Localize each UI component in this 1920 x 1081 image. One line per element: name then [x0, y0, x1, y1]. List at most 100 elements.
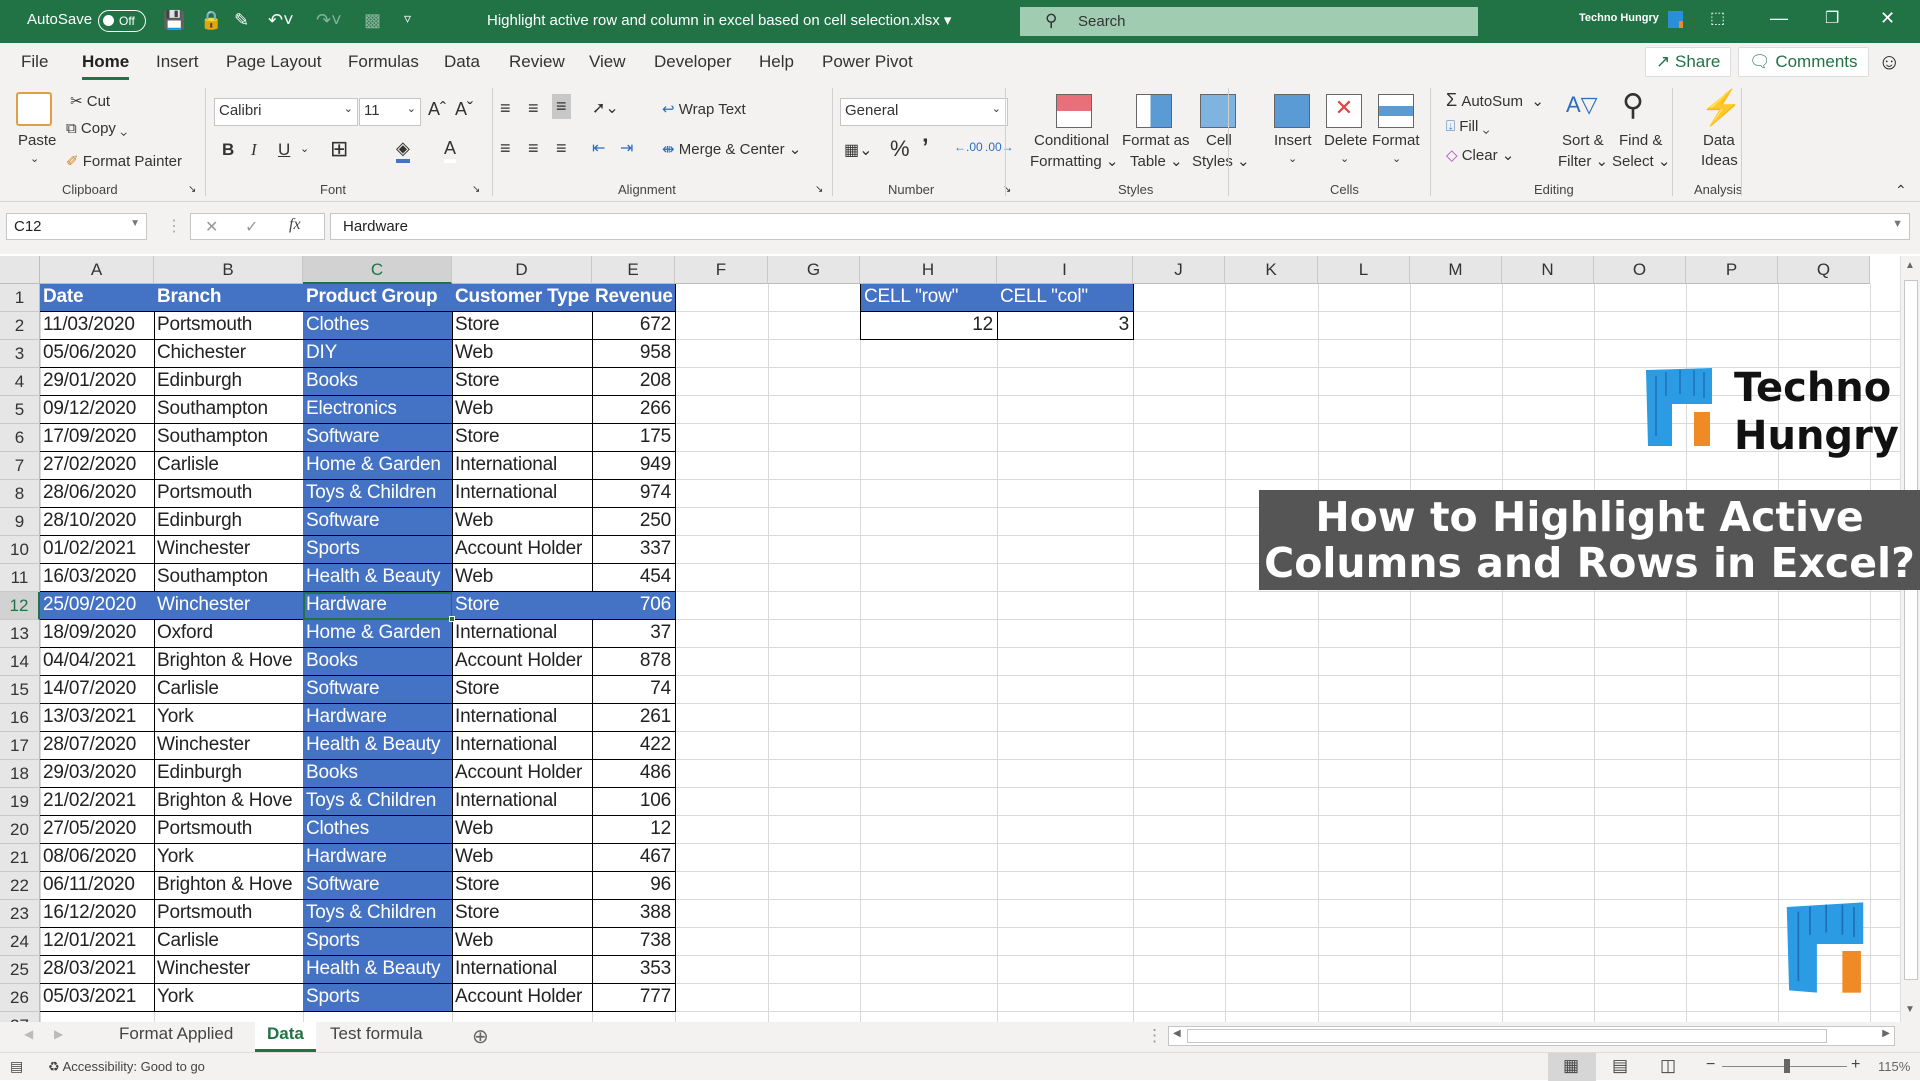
data-cell[interactable]: Hardware — [303, 844, 453, 872]
copy-button[interactable]: ⧉ Copy ⌄ — [66, 120, 127, 137]
data-cell[interactable]: Store — [452, 872, 593, 900]
row-header-14[interactable]: 14 — [0, 648, 40, 676]
format-painter-button[interactable]: ✐ Format Painter — [66, 152, 182, 170]
add-sheet-icon[interactable]: ⊕ — [472, 1024, 489, 1049]
column-header-n[interactable]: N — [1502, 256, 1594, 284]
column-header-i[interactable]: I — [997, 256, 1133, 284]
data-cell[interactable]: Toys & Children — [303, 788, 453, 816]
data-cell[interactable]: 467 — [592, 844, 676, 872]
column-header-g[interactable]: G — [768, 256, 860, 284]
row-header-21[interactable]: 21 — [0, 844, 40, 872]
column-header-b[interactable]: B — [154, 256, 303, 284]
data-cell[interactable]: Account Holder — [452, 536, 593, 564]
column-header-q[interactable]: Q — [1778, 256, 1870, 284]
sheet-tab-format-applied[interactable]: Format Applied — [107, 1022, 245, 1052]
tab-home[interactable]: Home — [82, 52, 130, 80]
fill-handle[interactable] — [449, 616, 455, 622]
data-cell[interactable]: Store — [452, 312, 593, 340]
data-cell[interactable]: Web — [452, 844, 593, 872]
align-top-icon[interactable]: ≡ — [500, 98, 511, 119]
cell-info-value[interactable]: 12 — [860, 312, 998, 340]
sheet-tab-test-formula[interactable]: Test formula — [318, 1022, 435, 1052]
data-cell[interactable]: International — [452, 704, 593, 732]
row-header-10[interactable]: 10 — [0, 536, 40, 564]
decrease-font-icon[interactable]: Aˇ — [455, 99, 473, 120]
number-format-select[interactable]: General ⌄ — [840, 98, 1008, 126]
row-header-25[interactable]: 25 — [0, 956, 40, 984]
data-cell[interactable]: Oxford — [154, 620, 304, 648]
data-cell[interactable]: Store — [452, 368, 593, 396]
tab-view[interactable]: View — [589, 52, 626, 72]
data-cell[interactable]: Winchester — [154, 956, 304, 984]
align-left-icon[interactable]: ≡ — [500, 138, 511, 159]
tab-review[interactable]: Review — [509, 52, 565, 72]
row-header-5[interactable]: 5 — [0, 396, 40, 424]
insert-function-icon[interactable]: fx — [289, 216, 301, 234]
data-cell[interactable]: Web — [452, 340, 593, 368]
data-cell[interactable]: 01/02/2021 — [40, 536, 155, 564]
data-cell[interactable]: Carlisle — [154, 452, 304, 480]
data-cell[interactable]: 958 — [592, 340, 676, 368]
data-cell[interactable]: 422 — [592, 732, 676, 760]
document-title[interactable]: Highlight active row and column in excel… — [487, 11, 951, 29]
column-header-d[interactable]: D — [452, 256, 592, 284]
data-cell[interactable]: Clothes — [303, 312, 453, 340]
column-header-j[interactable]: J — [1133, 256, 1225, 284]
bold-icon[interactable]: B — [222, 140, 234, 160]
data-cell[interactable]: Southampton — [154, 564, 304, 592]
tab-split-grip-icon[interactable]: ⋮ — [1146, 1026, 1163, 1046]
row-header-7[interactable]: 7 — [0, 452, 40, 480]
align-middle-icon[interactable]: ≡ — [528, 98, 539, 119]
data-cell[interactable]: 949 — [592, 452, 676, 480]
data-cell[interactable]: Store — [452, 900, 593, 928]
data-cell[interactable]: Health & Beauty — [303, 956, 453, 984]
data-cell[interactable]: International — [452, 620, 593, 648]
scroll-left-icon[interactable]: ◀ — [1173, 1028, 1181, 1039]
data-cell[interactable]: Carlisle — [154, 928, 304, 956]
tab-formulas[interactable]: Formulas — [348, 52, 419, 72]
search-box[interactable]: ⚲ Search — [1020, 7, 1478, 36]
user-avatar-icon[interactable] — [1668, 11, 1683, 28]
row-header-13[interactable]: 13 — [0, 620, 40, 648]
data-cell[interactable]: Edinburgh — [154, 508, 304, 536]
data-cell[interactable]: 29/01/2020 — [40, 368, 155, 396]
accessibility-status[interactable]: ♻ Accessibility: Good to go — [48, 1059, 205, 1075]
column-header-p[interactable]: P — [1686, 256, 1778, 284]
select-all-button[interactable] — [0, 256, 40, 284]
data-cell[interactable]: 74 — [592, 676, 676, 704]
data-cell[interactable]: 28/06/2020 — [40, 480, 155, 508]
data-cell[interactable]: 37 — [592, 620, 676, 648]
tab-file[interactable]: File — [21, 52, 48, 72]
data-cell[interactable]: Account Holder — [452, 648, 593, 676]
table-header-cell[interactable]: Product Group — [303, 284, 453, 312]
row-header-15[interactable]: 15 — [0, 676, 40, 704]
worksheet-grid[interactable]: A B C D E F G H I J K L M N O P Q 1 2 3 4 5 6 7 8 9 10 11 12 13 14 15 16… — [0, 256, 1900, 1022]
data-cell[interactable]: Account Holder — [452, 760, 593, 788]
increase-indent-icon[interactable]: ⇥ — [620, 138, 633, 158]
formula-input[interactable]: Hardware ▼ — [330, 213, 1910, 240]
table-header-cell[interactable]: Customer Type — [452, 284, 593, 312]
clear-button[interactable]: ◇ Clear ⌄ — [1446, 146, 1514, 164]
data-cell[interactable]: 353 — [592, 956, 676, 984]
autosave-toggle[interactable]: Off — [98, 10, 146, 32]
row-header-17[interactable]: 17 — [0, 732, 40, 760]
macro-record-icon[interactable]: ▤ — [10, 1058, 23, 1075]
table-header-cell[interactable]: Date — [40, 284, 155, 312]
data-cell[interactable]: Brighton & Hove — [154, 872, 304, 900]
row-header-9[interactable]: 9 — [0, 508, 40, 536]
horizontal-scroll-thumb[interactable] — [1187, 1029, 1827, 1043]
data-cell[interactable]: Web — [452, 396, 593, 424]
column-header-l[interactable]: L — [1318, 256, 1410, 284]
data-cell[interactable]: 08/06/2020 — [40, 844, 155, 872]
customize-qat-icon[interactable]: ▿ — [404, 10, 411, 27]
data-cell[interactable]: 28/07/2020 — [40, 732, 155, 760]
data-cell[interactable]: 878 — [592, 648, 676, 676]
underline-icon[interactable]: U — [278, 140, 290, 160]
data-cell[interactable]: 27/02/2020 — [40, 452, 155, 480]
table-header-cell[interactable]: Branch — [154, 284, 304, 312]
data-cell[interactable]: Sports — [303, 536, 453, 564]
data-cell[interactable]: 706 — [592, 592, 676, 620]
data-cell[interactable]: Hardware — [303, 704, 453, 732]
italic-icon[interactable]: I — [251, 140, 257, 160]
scroll-right-icon[interactable]: ▶ — [1882, 1028, 1890, 1039]
